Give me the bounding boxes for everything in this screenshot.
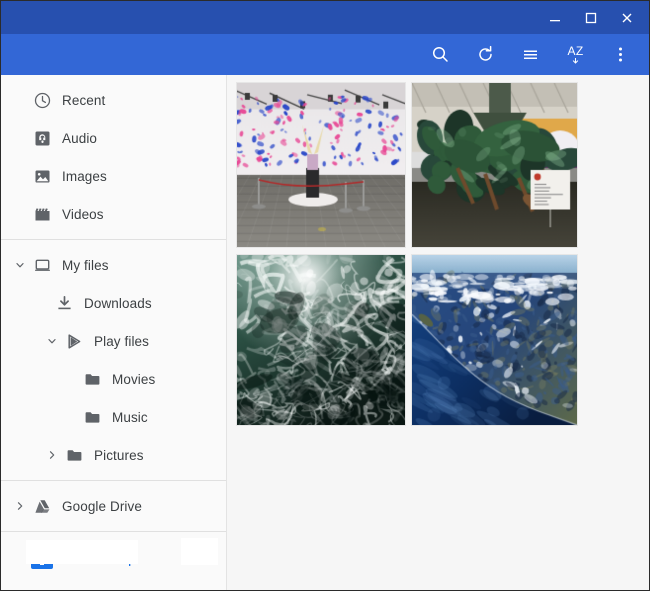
sidebar-item-downloads[interactable]: Downloads [1,284,226,322]
list-view-icon[interactable] [508,34,553,75]
sidebar-item-play-files[interactable]: Play files [1,322,226,360]
audio-icon [31,127,53,149]
minimize-button[interactable] [537,3,573,33]
blank-placeholder-left [26,540,138,564]
thumbnail-grid [236,82,578,426]
play-icon [63,330,85,352]
google-drive-icon [31,495,53,517]
computer-icon [31,254,53,276]
sidebar-item-audio[interactable]: Audio [1,119,226,157]
clock-icon [31,89,53,111]
sidebar-item-label: Recent [62,92,106,108]
refresh-icon[interactable] [463,34,508,75]
close-button[interactable] [609,3,645,33]
chevron-right-icon[interactable] [41,449,63,461]
sidebar-item-google-drive[interactable]: Google Drive [1,487,226,525]
sidebar-item-movies[interactable]: Movies [1,360,226,398]
sidebar-item-label: My files [62,257,109,273]
app-toolbar: AZ [1,34,649,75]
sort-az-icon[interactable]: AZ [553,34,598,75]
thumbnail-sea-foam[interactable] [236,254,406,426]
folder-icon [63,444,85,466]
thumbnail-gallery-installation[interactable] [236,82,406,248]
sidebar-item-my-files[interactable]: My files [1,246,226,284]
nav-group-my-files: My files Downloads Play files Movies Mus… [1,240,226,474]
app-body: Recent Audio Images Videos My files Down… [1,75,649,590]
search-icon[interactable] [418,34,463,75]
sidebar-item-label: Pictures [94,447,144,463]
sidebar-item-label: Play files [94,333,150,349]
file-grid-panel [227,75,649,590]
files-app-window: AZ Recent Audio Images Videos My files D… [0,0,650,591]
sidebar-item-pictures[interactable]: Pictures [1,436,226,474]
nav-group-quick-access: Recent Audio Images Videos [1,75,226,233]
folder-icon [81,406,103,428]
thumbnail-aerial-coastline[interactable] [411,254,578,426]
thumbnail-bronze-sculpture[interactable] [411,82,578,248]
sidebar-item-label: Downloads [84,295,152,311]
sidebar-item-label: Videos [62,206,104,222]
sidebar-item-label: Music [112,409,148,425]
download-icon [53,292,75,314]
chevron-down-icon[interactable] [9,259,31,271]
blank-placeholder-right [181,538,218,565]
sidebar-item-label: Images [62,168,107,184]
sidebar-item-label: Movies [112,371,156,387]
more-options-icon[interactable] [598,34,643,75]
sidebar-item-label: Audio [62,130,98,146]
sort-az-label: AZ [567,44,584,58]
navigation-sidebar: Recent Audio Images Videos My files Down… [1,75,227,590]
maximize-button[interactable] [573,3,609,33]
chevron-right-icon[interactable] [9,500,31,512]
sidebar-item-label: Google Drive [62,498,142,514]
nav-group-google-drive: Google Drive [1,481,226,525]
sidebar-item-recent[interactable]: Recent [1,81,226,119]
chevron-down-icon[interactable] [41,335,63,347]
sidebar-blank-area [1,529,225,590]
sidebar-item-videos[interactable]: Videos [1,195,226,233]
folder-icon [81,368,103,390]
image-icon [31,165,53,187]
sidebar-item-images[interactable]: Images [1,157,226,195]
window-titlebar [1,1,649,34]
sidebar-item-music[interactable]: Music [1,398,226,436]
video-icon [31,203,53,225]
